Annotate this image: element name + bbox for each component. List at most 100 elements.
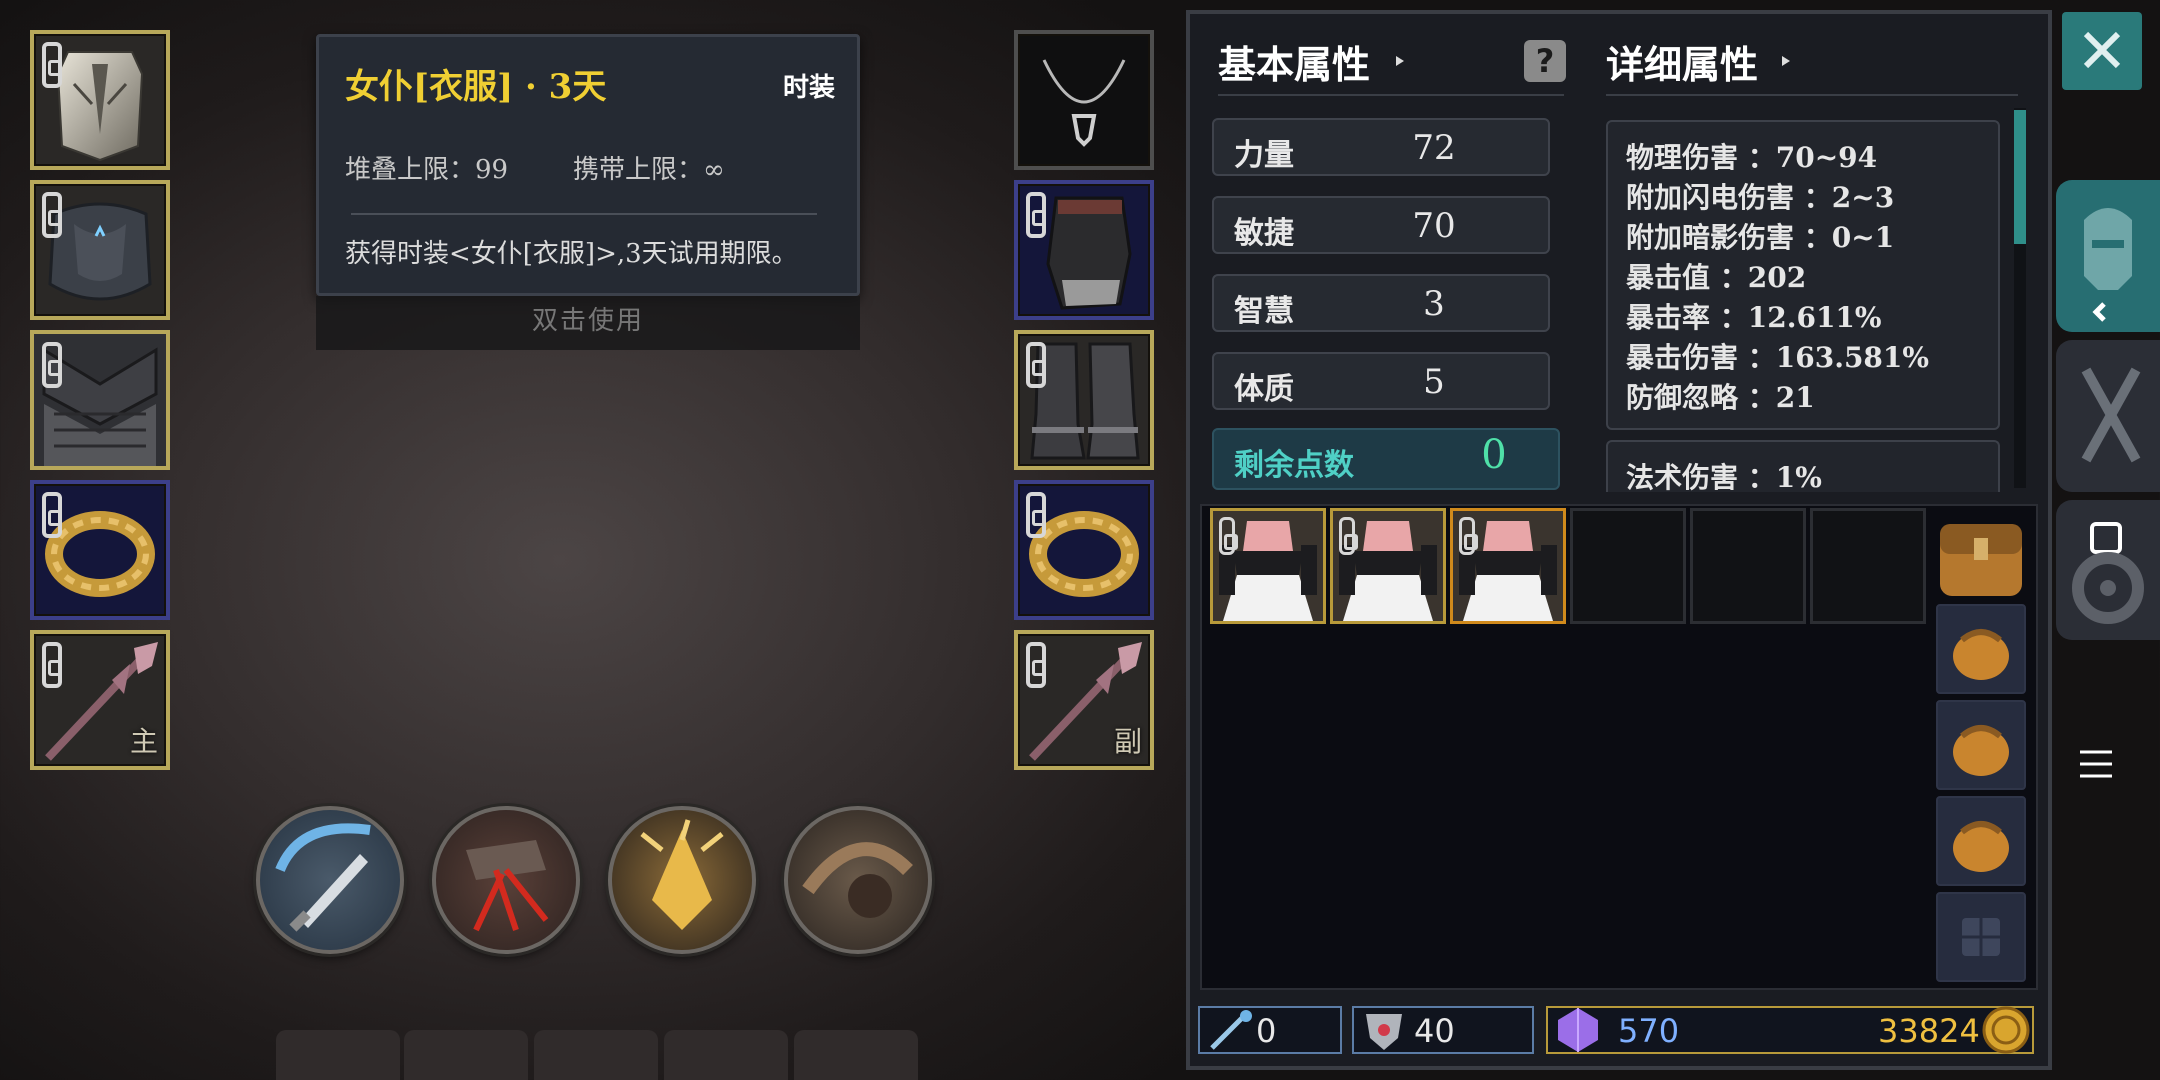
equip-slot-gloves[interactable]	[1014, 180, 1154, 320]
section-divider	[1218, 94, 1564, 96]
inventory-slot-6[interactable]	[1810, 508, 1926, 624]
lock-icon	[1339, 517, 1358, 555]
tab-settings[interactable]	[2056, 500, 2160, 640]
bag-slot-5[interactable]	[1936, 892, 2026, 982]
equip-slot-legs[interactable]	[30, 330, 170, 470]
charge-dash-icon	[802, 842, 913, 918]
bag-slot-4[interactable]	[1936, 796, 2026, 886]
stat-label: 智慧	[1234, 294, 1294, 329]
lock-icon	[1026, 642, 1046, 688]
caret-right-icon	[1396, 56, 1404, 66]
detail-spell-damage: 法术伤害 ：1%	[1626, 461, 1822, 492]
hotbar-tab-2[interactable]	[404, 1030, 528, 1080]
hotbar-tab-5[interactable]	[794, 1030, 918, 1080]
basic-attributes-title: 基本属性	[1218, 42, 1371, 87]
skill-slot-2[interactable]	[432, 806, 580, 954]
stat-value: 3	[1423, 284, 1445, 324]
tooltip-stack-limit: 堆叠上限：99	[345, 155, 509, 185]
stat-label: 敏捷	[1234, 216, 1294, 251]
remaining-points-value: 0	[1481, 432, 1507, 478]
tab-equipment[interactable]	[2056, 180, 2160, 332]
lock-icon	[1459, 517, 1478, 555]
sword-slash-icon	[275, 823, 371, 932]
skill-slot-3[interactable]	[608, 806, 756, 954]
section-divider	[1606, 94, 2018, 96]
remaining-points: 剩余点数 0	[1212, 428, 1560, 490]
shield-heart-icon	[1366, 1014, 1402, 1050]
hotbar-tab-4[interactable]	[664, 1030, 788, 1080]
equip-slot-main-weapon[interactable]: 主	[30, 630, 170, 770]
inventory-slot-2[interactable]	[1330, 508, 1446, 624]
tooltip-divider	[351, 213, 817, 215]
detail-crit-rate: 暴击率 ：12.611%	[1626, 301, 1882, 334]
main-hand-tag: 主	[129, 725, 158, 758]
equip-slot-ring-right[interactable]	[1014, 480, 1154, 620]
hotbar-tab-1[interactable]	[276, 1030, 400, 1080]
tooltip-title: 女仆[衣服] · 3天	[345, 67, 607, 107]
remaining-points-label: 剩余点数	[1234, 448, 1354, 483]
necklace-icon	[1042, 59, 1126, 147]
lock-icon	[1219, 517, 1238, 555]
detail-shadow-damage: 附加暗影伤害 ：0~1	[1626, 221, 1895, 254]
shield-tokens-counter: 40	[1352, 1006, 1534, 1054]
close-button[interactable]	[2062, 12, 2142, 90]
blood-strike-icon	[466, 840, 549, 932]
gold-value: 33824	[1878, 1012, 1980, 1050]
detail-stats-box: 物理伤害 ：70~94 附加闪电伤害 ：2~3 附加暗影伤害 ：0~1 暴击值 …	[1606, 120, 2000, 430]
detail-crit-damage: 暴击伤害 ：163.581%	[1626, 341, 1929, 374]
crossed-swords-icon	[2081, 367, 2141, 463]
stat-value: 72	[1412, 128, 1456, 168]
bag-slot-backpack[interactable]	[1936, 510, 2026, 600]
skill-slot-1[interactable]	[256, 806, 404, 954]
equip-slot-necklace[interactable]	[1014, 30, 1154, 170]
shield-tokens-value: 40	[1414, 1012, 1455, 1050]
equip-slot-ring-left[interactable]	[30, 480, 170, 620]
equip-slot-off-weapon[interactable]: 副	[1014, 630, 1154, 770]
inventory-slot-5[interactable]	[1690, 508, 1806, 624]
lock-icon	[42, 192, 62, 238]
lock-icon	[42, 342, 62, 388]
purple-crystal-icon	[1558, 1008, 1598, 1052]
wand-icon	[1210, 1010, 1252, 1050]
lock-icon	[42, 42, 62, 88]
detail-physical-damage: 物理伤害 ：70~94	[1626, 141, 1878, 174]
lock-icon	[42, 492, 62, 538]
bag-slot-3[interactable]	[1936, 700, 2026, 790]
bag-slot-2[interactable]	[1936, 604, 2026, 694]
equip-slot-chest[interactable]	[30, 180, 170, 320]
inventory-slot-4[interactable]	[1570, 508, 1686, 624]
detail-crit-value: 暴击值 ：202	[1626, 261, 1807, 294]
gear-icon	[2072, 522, 2144, 624]
magic-stats-box: 法术伤害 ：1%	[1606, 440, 2000, 492]
stat-label: 体质	[1234, 372, 1294, 407]
detail-attributes-title: 详细属性	[1606, 42, 1759, 87]
equip-slot-boots[interactable]	[1014, 330, 1154, 470]
empty-bag-icon	[1962, 918, 2000, 956]
stat-value: 70	[1412, 206, 1456, 246]
help-icon[interactable]: ?	[1524, 40, 1566, 82]
menu-icon[interactable]	[2076, 744, 2116, 784]
crystals-gold-counter: 570 33824	[1546, 1006, 2034, 1054]
pouch-icon	[1953, 629, 2009, 680]
inventory-slot-3[interactable]	[1450, 508, 1566, 624]
inventory-slot-1[interactable]	[1210, 508, 1326, 624]
backpack-icon	[1940, 524, 2022, 596]
detail-scrollbar-thumb[interactable]	[2014, 110, 2026, 244]
lock-icon	[1026, 342, 1046, 388]
equip-slot-helmet[interactable]	[30, 30, 170, 170]
skill-slot-4[interactable]	[784, 806, 932, 954]
tab-skills[interactable]	[2056, 340, 2160, 492]
off-hand-tag: 副	[1113, 725, 1142, 758]
hotbar-tab-3[interactable]	[534, 1030, 658, 1080]
skill-points-value: 0	[1256, 1012, 1277, 1050]
pouch-icon	[1953, 725, 2009, 776]
close-icon	[2083, 31, 2121, 69]
stat-constitution: 体质 5	[1212, 352, 1550, 410]
double-click-use-hint[interactable]: 双击使用	[316, 296, 860, 350]
pouch-icon	[1953, 821, 2009, 872]
tooltip-carry-limit: 携带上限：∞	[573, 155, 725, 185]
lock-icon	[1026, 492, 1046, 538]
stat-value: 5	[1423, 362, 1445, 402]
tooltip-description: 获得时装<女仆[衣服]>,3天试用期限。	[345, 239, 798, 269]
crystals-value: 570	[1618, 1012, 1680, 1050]
